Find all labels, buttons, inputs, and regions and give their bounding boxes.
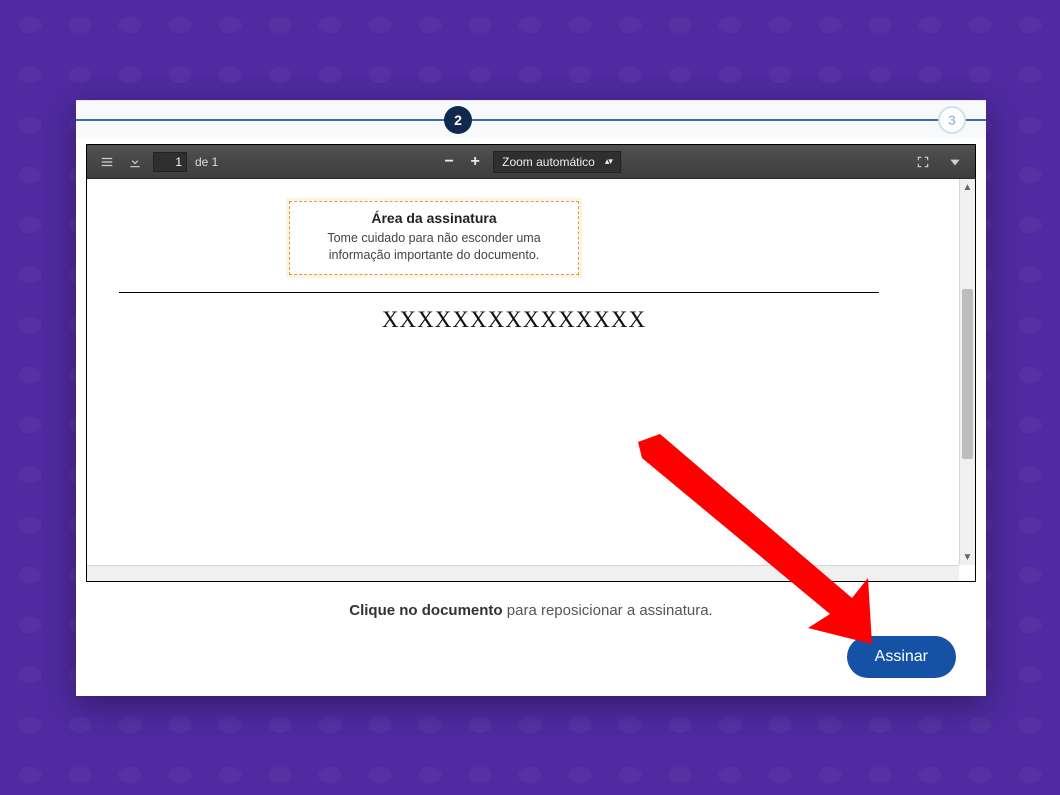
pdf-viewer: de 1 − + Zoom automático ▴▾	[86, 144, 976, 582]
zoom-out-button[interactable]: −	[441, 154, 457, 170]
scrollbar-thumb[interactable]	[962, 289, 973, 459]
zoom-select-label: Zoom automático	[502, 155, 595, 169]
step-indicator: 2 3	[76, 100, 986, 138]
zoom-select[interactable]: Zoom automático ▴▾	[493, 151, 621, 173]
sign-button[interactable]: Assinar	[847, 636, 956, 678]
signing-panel: 2 3 de 1 − + Zoom automático ▴▾	[76, 100, 986, 696]
sidebar-toggle-icon[interactable]	[97, 152, 117, 172]
document-canvas[interactable]: Área da assinatura Tome cuidado para não…	[87, 179, 975, 581]
page-count-label: de 1	[195, 155, 218, 169]
help-text-bold: Clique no documento	[349, 602, 502, 619]
pdf-toolbar: de 1 − + Zoom automático ▴▾	[87, 145, 975, 179]
scroll-up-icon[interactable]: ▲	[960, 179, 975, 195]
step-badge-next[interactable]: 3	[938, 106, 966, 134]
vertical-scrollbar[interactable]: ▲ ▼	[959, 179, 975, 565]
signature-area-box[interactable]: Área da assinatura Tome cuidado para não…	[289, 201, 579, 275]
step-badge-current: 2	[444, 106, 472, 134]
more-tools-icon[interactable]	[945, 152, 965, 172]
panel-footer: Clique no documento para reposicionar a …	[76, 582, 986, 696]
signature-area-title: Área da assinatura	[300, 210, 568, 226]
chevron-updown-icon: ▴▾	[605, 156, 612, 167]
download-icon[interactable]	[125, 152, 145, 172]
horizontal-scrollbar[interactable]	[87, 565, 959, 581]
zoom-in-button[interactable]: +	[467, 154, 483, 170]
signature-line	[119, 292, 879, 293]
page-number-input[interactable]	[153, 152, 187, 172]
reposition-help-text: Clique no documento para reposicionar a …	[349, 602, 712, 619]
help-text-rest: para reposicionar a assinatura.	[503, 602, 713, 619]
zoom-controls: − + Zoom automático ▴▾	[441, 151, 621, 173]
signature-area-description: Tome cuidado para não esconder uma infor…	[300, 230, 568, 264]
step-progress-line	[76, 119, 986, 121]
signer-name-placeholder: XXXXXXXXXXXXXXX	[87, 307, 949, 333]
document-page[interactable]: Área da assinatura Tome cuidado para não…	[87, 179, 949, 579]
pdf-viewer-wrap: de 1 − + Zoom automático ▴▾	[76, 138, 986, 582]
scroll-down-icon[interactable]: ▼	[960, 549, 975, 565]
fullscreen-icon[interactable]	[913, 152, 933, 172]
